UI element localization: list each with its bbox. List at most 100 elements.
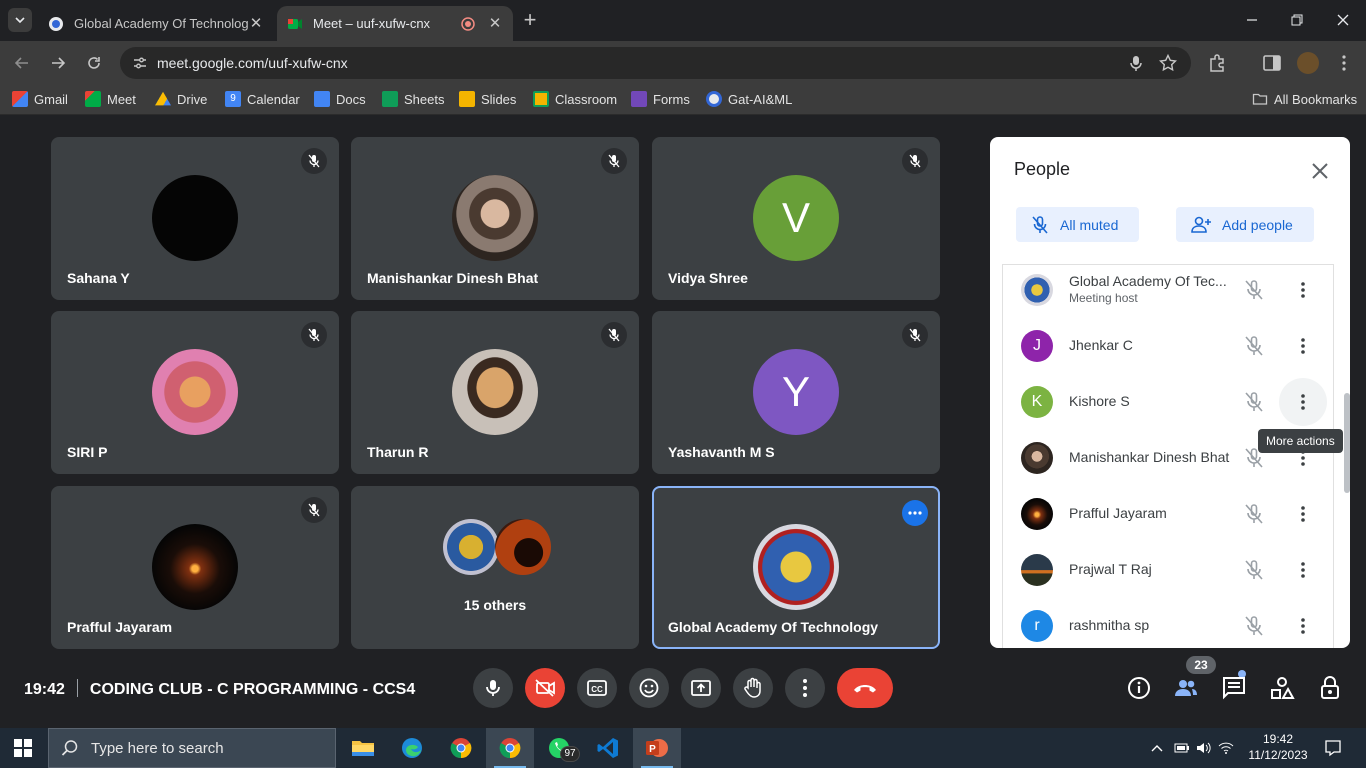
notifications-icon[interactable]: [1324, 739, 1342, 757]
bookmark-gat-aiml[interactable]: Gat-AI&ML: [706, 91, 792, 107]
participant-tile[interactable]: Tharun R: [351, 311, 639, 474]
back-button[interactable]: [10, 51, 34, 75]
taskbar-file-explorer[interactable]: [339, 728, 387, 768]
avatar: K: [1021, 386, 1053, 418]
participant-tile[interactable]: Y Yashavanth M S: [652, 311, 940, 474]
participant-row[interactable]: r rashmitha sp: [1003, 601, 1333, 648]
participant-row[interactable]: Prafful Jayaram: [1003, 489, 1333, 545]
leave-call-button[interactable]: [837, 668, 893, 708]
side-panel-icon[interactable]: [1261, 52, 1283, 74]
participant-row[interactable]: J Jhenkar C: [1003, 321, 1333, 377]
participant-tile[interactable]: SIRI P: [51, 311, 339, 474]
bookmark-drive[interactable]: Drive: [155, 91, 207, 107]
bookmark-docs[interactable]: Docs: [314, 91, 366, 107]
mic-off-icon: [1245, 336, 1263, 356]
more-actions-button[interactable]: [1279, 378, 1327, 426]
more-actions-button[interactable]: [1279, 266, 1327, 314]
address-bar[interactable]: meet.google.com/uuf-xufw-cnx: [120, 47, 1191, 79]
tab-meet[interactable]: Meet – uuf-xufw-cnx ✕: [277, 6, 513, 41]
taskbar-powerpoint[interactable]: P: [633, 728, 681, 768]
people-list-scrollbar[interactable]: [1344, 393, 1350, 493]
more-options-button[interactable]: [902, 500, 928, 526]
minimize-button[interactable]: [1240, 8, 1264, 32]
avatar-letter: Y: [781, 368, 810, 415]
others-tile[interactable]: 15 others: [351, 486, 639, 649]
reload-button[interactable]: [82, 51, 106, 75]
tab-global-academy[interactable]: Global Academy Of Technology ✕: [38, 6, 274, 41]
meet-icon: [85, 91, 101, 107]
microphone-button[interactable]: [473, 668, 513, 708]
participant-row[interactable]: K Kishore S: [1003, 377, 1333, 433]
chat-button[interactable]: [1221, 675, 1247, 701]
more-options-button[interactable]: [785, 668, 825, 708]
avatar: [1021, 498, 1053, 530]
network-icon[interactable]: [1218, 741, 1234, 755]
raise-hand-button[interactable]: [733, 668, 773, 708]
camera-button[interactable]: [525, 668, 565, 708]
close-window-button[interactable]: [1331, 8, 1355, 32]
all-bookmarks[interactable]: All Bookmarks: [1252, 91, 1357, 107]
restore-button[interactable]: [1285, 8, 1309, 32]
bookmark-gmail[interactable]: Gmail: [12, 91, 68, 107]
mic-off-icon: [1245, 560, 1263, 580]
close-tab-icon[interactable]: ✕: [487, 15, 503, 32]
tab-search-button[interactable]: [8, 8, 32, 32]
add-people-button[interactable]: Add people: [1176, 207, 1314, 242]
bookmark-slides[interactable]: Slides: [459, 91, 516, 107]
chrome-menu-icon[interactable]: [1333, 52, 1355, 74]
site-info-icon[interactable]: [132, 55, 148, 71]
more-actions-button[interactable]: [1279, 322, 1327, 370]
more-actions-button[interactable]: [1279, 546, 1327, 594]
present-icon: [691, 680, 711, 696]
participant-row[interactable]: Global Academy Of Tec... Meeting host: [1003, 265, 1333, 321]
profile-avatar[interactable]: [1297, 52, 1319, 74]
participant-tile[interactable]: Sahana Y: [51, 137, 339, 300]
meeting-details-button[interactable]: [1126, 675, 1152, 701]
svg-text:CC: CC: [591, 685, 603, 694]
taskbar-chrome-active[interactable]: [486, 728, 534, 768]
taskbar-whatsapp[interactable]: 97: [535, 728, 583, 768]
microphone-icon[interactable]: [1127, 54, 1145, 72]
participant-tile[interactable]: V Vidya Shree: [652, 137, 940, 300]
participant-tile[interactable]: Prafful Jayaram: [51, 486, 339, 649]
taskbar-vscode[interactable]: [584, 728, 632, 768]
avatar: [753, 524, 839, 610]
more-actions-button[interactable]: [1279, 602, 1327, 648]
activities-button[interactable]: [1269, 675, 1295, 701]
close-tab-icon[interactable]: ✕: [248, 15, 264, 32]
present-screen-button[interactable]: [681, 668, 721, 708]
more-actions-button[interactable]: [1279, 490, 1327, 538]
participant-tile-self[interactable]: Global Academy Of Technology: [652, 486, 940, 649]
taskbar-clock[interactable]: 19:42 11/12/2023: [1248, 731, 1308, 763]
forms-icon: [631, 91, 647, 107]
captions-button[interactable]: CC: [577, 668, 617, 708]
windows-start-icon[interactable]: [14, 739, 32, 757]
gmail-icon: [12, 91, 28, 107]
battery-icon[interactable]: [1174, 742, 1190, 754]
people-button[interactable]: [1173, 675, 1199, 701]
bookmark-sheets[interactable]: Sheets: [382, 91, 444, 107]
bookmark-forms[interactable]: Forms: [631, 91, 690, 107]
taskbar-chrome[interactable]: [437, 728, 485, 768]
extensions-icon[interactable]: [1207, 52, 1229, 74]
taskbar-edge[interactable]: [388, 728, 436, 768]
close-icon[interactable]: [1308, 159, 1332, 183]
reactions-button[interactable]: [629, 668, 669, 708]
bookmark-star-icon[interactable]: [1159, 54, 1177, 72]
host-controls-button[interactable]: [1317, 675, 1343, 701]
mic-off-icon: [301, 148, 327, 174]
taskbar-search[interactable]: Type here to search: [48, 728, 336, 768]
participant-count-badge: 23: [1186, 656, 1216, 674]
chevron-up-icon[interactable]: [1150, 743, 1164, 753]
new-tab-button[interactable]: +: [520, 9, 540, 31]
bookmark-calendar[interactable]: 9 Calendar: [225, 91, 300, 107]
emoji-icon: [639, 678, 659, 698]
participant-tile[interactable]: Manishankar Dinesh Bhat: [351, 137, 639, 300]
participant-row[interactable]: Prajwal T Raj: [1003, 545, 1333, 601]
all-muted-button[interactable]: All muted: [1016, 207, 1139, 242]
participant-name: Manishankar Dinesh Bhat: [367, 270, 539, 286]
volume-icon[interactable]: [1196, 741, 1212, 755]
bookmark-classroom[interactable]: Classroom: [533, 91, 617, 107]
forward-button[interactable]: [46, 51, 70, 75]
bookmark-meet[interactable]: Meet: [85, 91, 136, 107]
